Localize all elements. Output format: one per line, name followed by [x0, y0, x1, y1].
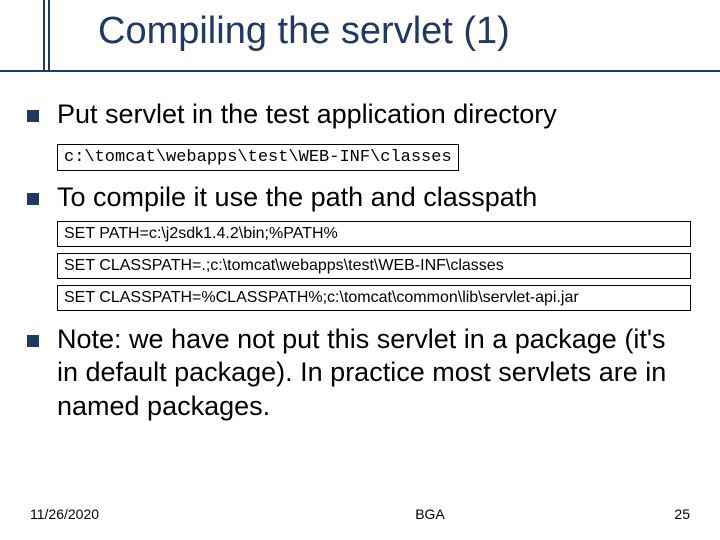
title-rule-vertical-2 — [48, 0, 50, 71]
slide-content: Put servlet in the test application dire… — [27, 98, 691, 430]
bullet-text: Note: we have not put this servlet in a … — [57, 323, 691, 424]
bullet-item-2: To compile it use the path and classpath — [27, 181, 691, 215]
bullet-item-1: Put servlet in the test application dire… — [27, 98, 691, 132]
footer-center: BGA — [230, 506, 630, 522]
bullet-text: Put servlet in the test application dire… — [57, 98, 557, 132]
square-bullet-icon — [27, 110, 39, 122]
footer-date: 11/26/2020 — [30, 506, 230, 522]
footer-page-number: 25 — [630, 506, 690, 522]
code-box-set-classpath-2: SET CLASSPATH=%CLASSPATH%;c:\tomcat\comm… — [57, 285, 691, 311]
code-box-path-dir: c:\tomcat\webapps\test\WEB-INF\classes — [57, 144, 459, 171]
title-rule-horizontal — [0, 70, 720, 72]
bullet-text: To compile it use the path and classpath — [57, 181, 537, 215]
title-rule-vertical-1 — [43, 0, 45, 71]
slide-footer: 11/26/2020 BGA 25 — [0, 506, 720, 522]
code-box-set-path: SET PATH=c:\j2sdk1.4.2\bin;%PATH% — [57, 221, 691, 247]
square-bullet-icon — [27, 335, 39, 347]
bullet-item-3: Note: we have not put this servlet in a … — [27, 323, 691, 424]
square-bullet-icon — [27, 193, 39, 205]
code-box-set-classpath-1: SET CLASSPATH=.;c:\tomcat\webapps\test\W… — [57, 253, 691, 279]
slide-title: Compiling the servlet (1) — [98, 10, 510, 53]
